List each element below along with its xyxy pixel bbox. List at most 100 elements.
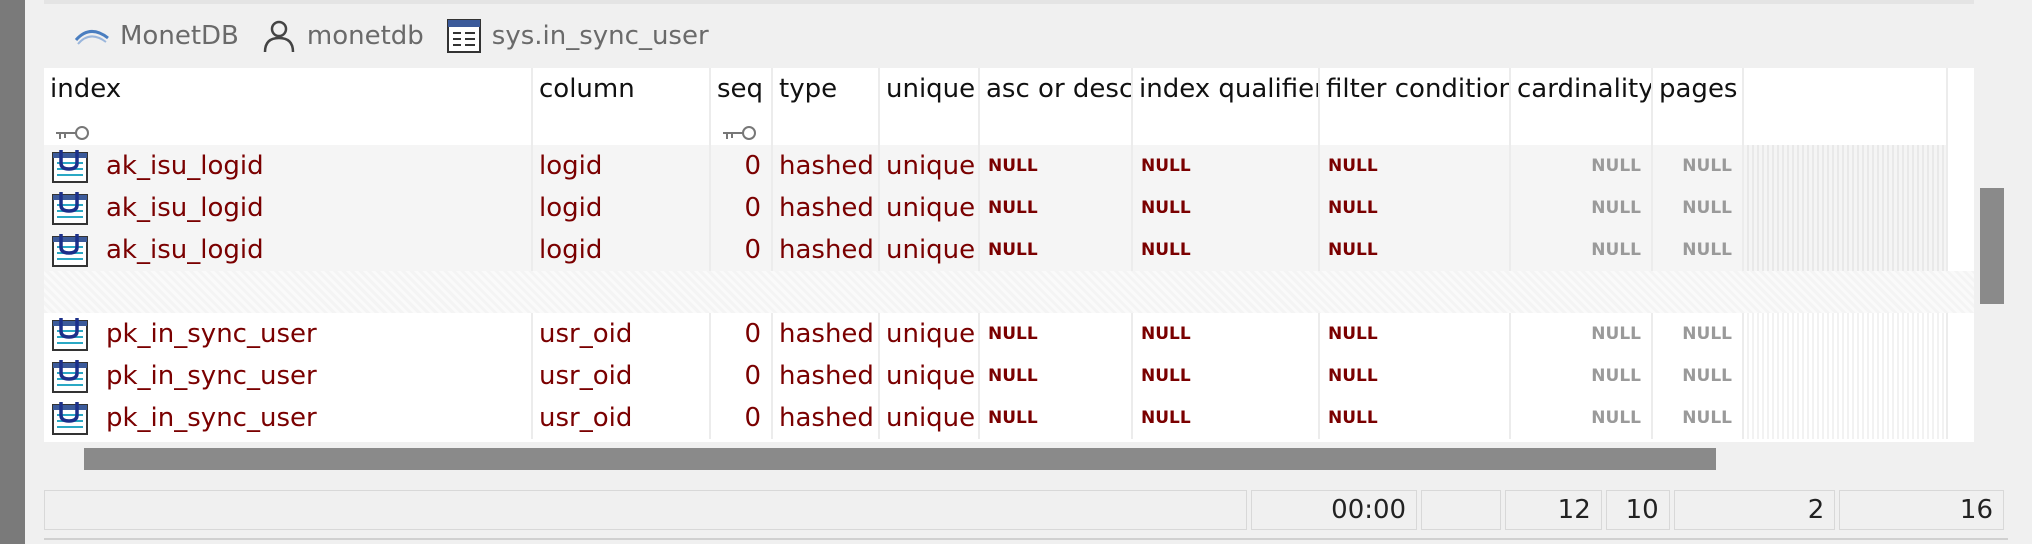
cell-pages[interactable]: NULL	[1653, 145, 1744, 187]
column-header-label: type	[779, 74, 838, 104]
cell-filter-condition[interactable]: NULL	[1320, 313, 1511, 355]
cell-index-qualifier[interactable]: NULL	[1133, 313, 1320, 355]
cell-index-qualifier[interactable]: NULL	[1133, 229, 1320, 271]
cell-asc-or-desc[interactable]: NULL	[980, 187, 1133, 229]
column-header-label: index	[50, 74, 122, 104]
cell-pages[interactable]: NULL	[1653, 355, 1744, 397]
vertical-scrollbar[interactable]	[1978, 68, 2008, 442]
cell-seq[interactable]: 0	[711, 397, 773, 439]
index-name: pk_in_sync_user	[106, 319, 317, 349]
cell-index-qualifier[interactable]: NULL	[1133, 355, 1320, 397]
cell-column[interactable]: usr_oid	[533, 397, 711, 439]
table-row[interactable]: pk_in_sync_user usr_oid 0 hashed unique NULL N…	[44, 355, 1948, 397]
cell-type[interactable]: hashed	[773, 187, 880, 229]
cell-type[interactable]: hashed	[773, 145, 880, 187]
cell-type[interactable]: hashed	[773, 397, 880, 439]
cell-cardinality[interactable]: NULL	[1511, 397, 1653, 439]
table-row[interactable]: pk_in_sync_user usr_oid 0 hashed unique NULL N…	[44, 313, 1948, 355]
column-header-unique[interactable]: unique	[880, 68, 980, 145]
cell-seq[interactable]: 0	[711, 145, 773, 187]
status-time: 00:00	[1251, 490, 1418, 530]
cell-filter-condition[interactable]: NULL	[1320, 187, 1511, 229]
cell-seq[interactable]: 0	[711, 355, 773, 397]
cell-column[interactable]: logid	[533, 187, 711, 229]
cell-index[interactable]: ak_isu_logid	[44, 229, 533, 271]
column-header-label: unique	[886, 74, 976, 104]
status-value-3: 2	[1673, 490, 1836, 530]
cell-index[interactable]: pk_in_sync_user	[44, 397, 533, 439]
index-grid: index column seq type unique asc or desc…	[44, 68, 1974, 442]
cell-cardinality[interactable]: NULL	[1511, 355, 1653, 397]
cell-seq[interactable]: 0	[711, 229, 773, 271]
cell-index-qualifier[interactable]: NULL	[1133, 145, 1320, 187]
column-header-index-qualifier[interactable]: index qualifier	[1133, 68, 1320, 145]
column-header-cardinality[interactable]: cardinality	[1511, 68, 1653, 145]
table-row[interactable]: pk_in_sync_user usr_oid 0 hashed unique NULL N…	[44, 397, 1948, 439]
index-name: ak_isu_logid	[106, 193, 264, 223]
cell-asc-or-desc[interactable]: NULL	[980, 397, 1133, 439]
column-header-index[interactable]: index	[44, 68, 533, 145]
cell-seq[interactable]: 0	[711, 187, 773, 229]
column-header-label: pages	[1659, 74, 1738, 104]
column-header-seq[interactable]: seq	[711, 68, 773, 145]
breadcrumb-server[interactable]: MonetDB	[72, 18, 239, 54]
cell-type[interactable]: hashed	[773, 229, 880, 271]
cell-cardinality[interactable]: NULL	[1511, 145, 1653, 187]
status-bar: 00:00 12 10 2 16	[44, 490, 2008, 530]
cell-column[interactable]: logid	[533, 229, 711, 271]
horizontal-scrollbar-thumb[interactable]	[84, 448, 1716, 470]
cell-unique[interactable]: unique	[880, 145, 980, 187]
cell-pages[interactable]: NULL	[1653, 187, 1744, 229]
unique-index-icon	[52, 317, 88, 351]
cell-cardinality[interactable]: NULL	[1511, 313, 1653, 355]
cell-unique[interactable]: unique	[880, 355, 980, 397]
cell-filter-condition[interactable]: NULL	[1320, 229, 1511, 271]
cell-pages[interactable]: NULL	[1653, 397, 1744, 439]
cell-unique[interactable]: unique	[880, 313, 980, 355]
column-header-column[interactable]: column	[533, 68, 711, 145]
cell-unique[interactable]: unique	[880, 397, 980, 439]
breadcrumb-user[interactable]: monetdb	[259, 18, 424, 54]
cell-index[interactable]: pk_in_sync_user	[44, 355, 533, 397]
column-header-pages[interactable]: pages	[1653, 68, 1744, 145]
cell-filter-condition[interactable]: NULL	[1320, 145, 1511, 187]
cell-type[interactable]: hashed	[773, 355, 880, 397]
cell-column[interactable]: usr_oid	[533, 313, 711, 355]
cell-index-qualifier[interactable]: NULL	[1133, 187, 1320, 229]
cell-unique[interactable]: unique	[880, 229, 980, 271]
vertical-scrollbar-thumb[interactable]	[1980, 188, 2004, 304]
breadcrumb-table[interactable]: sys.in_sync_user	[444, 18, 709, 54]
cell-asc-or-desc[interactable]: NULL	[980, 229, 1133, 271]
column-header-type[interactable]: type	[773, 68, 880, 145]
cell-asc-or-desc[interactable]: NULL	[980, 355, 1133, 397]
cell-type[interactable]: hashed	[773, 313, 880, 355]
table-row[interactable]: ak_isu_logid logid 0 hashed unique NULL NULL NU…	[44, 229, 1948, 271]
cell-column[interactable]: logid	[533, 145, 711, 187]
table-row[interactable]: ak_isu_logid logid 0 hashed unique NULL NULL NU…	[44, 187, 1948, 229]
cell-index[interactable]: pk_in_sync_user	[44, 313, 533, 355]
index-name: pk_in_sync_user	[106, 403, 317, 433]
key-icon	[52, 119, 92, 140]
horizontal-scrollbar[interactable]	[44, 444, 1974, 474]
column-header-label: asc or desc	[986, 74, 1133, 104]
cell-cardinality[interactable]: NULL	[1511, 187, 1653, 229]
table-row[interactable]: ak_isu_logid logid 0 hashed unique NULL NULL NU…	[44, 145, 1948, 187]
cell-seq[interactable]: 0	[711, 313, 773, 355]
cell-pages[interactable]: NULL	[1653, 229, 1744, 271]
cell-cardinality[interactable]: NULL	[1511, 229, 1653, 271]
status-blank	[1421, 490, 1501, 530]
cell-filter-condition[interactable]: NULL	[1320, 355, 1511, 397]
cell-index[interactable]: ak_isu_logid	[44, 187, 533, 229]
cell-asc-or-desc[interactable]: NULL	[980, 145, 1133, 187]
cell-index-qualifier[interactable]: NULL	[1133, 397, 1320, 439]
cell-filter-condition[interactable]: NULL	[1320, 397, 1511, 439]
cell-asc-or-desc[interactable]: NULL	[980, 313, 1133, 355]
cell-unique[interactable]: unique	[880, 187, 980, 229]
column-header-filler	[1744, 68, 1948, 145]
cell-column[interactable]: usr_oid	[533, 355, 711, 397]
cell-index[interactable]: ak_isu_logid	[44, 145, 533, 187]
column-header-filter-condition[interactable]: filter condition	[1320, 68, 1511, 145]
column-header-asc-or-desc[interactable]: asc or desc	[980, 68, 1133, 145]
cell-pages[interactable]: NULL	[1653, 313, 1744, 355]
cell-filler	[1744, 313, 1948, 355]
